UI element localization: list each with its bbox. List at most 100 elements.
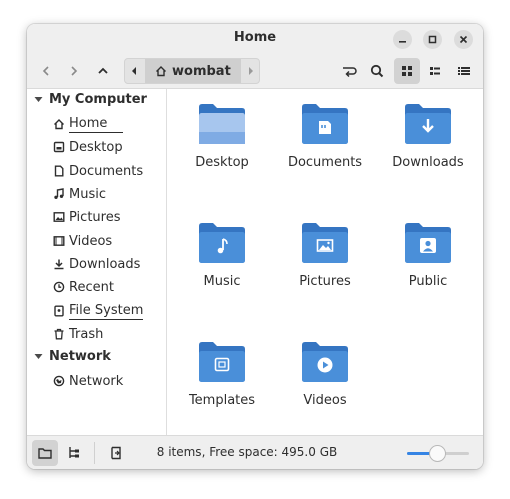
file-label: Documents <box>287 155 363 170</box>
maximize-icon <box>428 35 437 44</box>
sidebar-item-label: File System <box>69 302 144 320</box>
sidebar-item-home[interactable]: Home <box>53 114 124 134</box>
sidebar-item-recent[interactable]: Recent <box>53 277 114 297</box>
separator <box>94 442 95 464</box>
file-item-desktop[interactable]: Desktop <box>174 101 270 170</box>
expander-down-icon <box>34 354 43 359</box>
maximize-button[interactable] <box>423 30 442 49</box>
back-button[interactable] <box>33 58 59 84</box>
file-item-documents[interactable]: Documents <box>277 101 373 170</box>
expander-down-icon <box>34 97 43 102</box>
section-label: My Computer <box>49 92 147 107</box>
list-view-button[interactable] <box>422 58 448 84</box>
chevron-left-icon <box>42 66 49 76</box>
file-label: Pictures <box>299 274 351 289</box>
file-manager-window: Home wombat My Computer Home Desktop Doc… <box>27 24 483 469</box>
drive-icon <box>54 305 64 317</box>
toolbar: wombat <box>27 55 483 89</box>
video-icon <box>53 236 65 246</box>
titlebar: Home <box>27 24 483 55</box>
music-icon <box>54 188 64 199</box>
file-label: Downloads <box>392 155 464 170</box>
forward-button[interactable] <box>61 58 87 84</box>
sidebar-item-label: Network <box>69 373 124 389</box>
sidebar-item-label: Videos <box>69 233 113 249</box>
file-item-music[interactable]: Music <box>174 220 270 289</box>
icon-view-button[interactable] <box>394 58 420 84</box>
tree-view-icon <box>69 447 79 458</box>
file-item-videos[interactable]: Videos <box>277 339 373 408</box>
sidebar-item-videos[interactable]: Videos <box>53 231 112 251</box>
sidebar-item-label: Trash <box>69 326 104 342</box>
network-icon <box>53 375 65 387</box>
desktop-folder-icon <box>199 104 245 144</box>
file-label: Desktop <box>195 155 249 170</box>
grid-view-icon <box>402 66 412 76</box>
sidebar-toggle-icon <box>111 446 121 460</box>
sidebar-item-documents[interactable]: Documents <box>53 161 143 181</box>
templates-folder-icon <box>199 342 245 382</box>
pictures-folder-icon <box>302 223 348 263</box>
toggle-location-button[interactable] <box>336 58 362 84</box>
sidebar-item-label: Home <box>69 116 124 133</box>
sidebar-item-music[interactable]: Music <box>53 184 106 204</box>
compact-view-icon <box>458 67 470 75</box>
videos-folder-icon <box>302 342 348 382</box>
compact-view-button[interactable] <box>451 58 477 84</box>
pathbar-right-arrow-icon[interactable] <box>242 59 260 83</box>
file-item-public[interactable]: Public <box>380 220 476 289</box>
file-label: Public <box>408 274 448 289</box>
show-places-button[interactable] <box>32 440 58 466</box>
music-folder-icon <box>199 223 245 263</box>
show-tree-button[interactable] <box>61 440 87 466</box>
breadcrumb-wombat[interactable]: wombat <box>145 59 241 83</box>
window-title: Home <box>233 30 277 45</box>
close-button[interactable] <box>454 30 473 49</box>
zoom-slider-knob[interactable] <box>429 445 446 462</box>
sidebar-item-label: Downloads <box>69 256 141 272</box>
sidebar-section-my-computer[interactable]: My Computer <box>34 92 147 107</box>
toggle-sidebar-button[interactable] <box>103 440 129 466</box>
sidebar-item-file-system[interactable]: File System <box>53 301 144 321</box>
sidebar-item-downloads[interactable]: Downloads <box>53 254 140 274</box>
recent-icon <box>53 281 65 293</box>
sidebar-item-desktop[interactable]: Desktop <box>53 137 123 157</box>
location-toggle-icon <box>343 67 357 78</box>
minimize-button[interactable] <box>393 30 412 49</box>
sidebar-item-label: Music <box>69 186 106 202</box>
search-button[interactable] <box>364 58 390 84</box>
home-icon <box>156 66 166 77</box>
zoom-slider[interactable] <box>407 445 469 462</box>
list-view-icon <box>430 67 440 75</box>
search-icon <box>370 64 384 78</box>
sidebar-section-network[interactable]: Network <box>34 349 111 364</box>
documents-folder-icon <box>302 104 348 144</box>
document-icon <box>54 165 64 177</box>
file-item-pictures[interactable]: Pictures <box>277 220 373 289</box>
status-text: 8 items, Free space: 495.0 GB <box>156 445 338 459</box>
sidebar-item-label: Desktop <box>69 139 123 155</box>
file-label: Videos <box>303 393 347 408</box>
pathbar-left-arrow-icon[interactable] <box>125 59 145 83</box>
breadcrumb-label: wombat <box>172 63 231 79</box>
close-icon <box>459 35 468 44</box>
sidebar-item-pictures[interactable]: Pictures <box>53 207 120 227</box>
downloads-folder-icon <box>405 104 451 144</box>
minimize-icon <box>399 41 406 43</box>
file-view: Desktop Documents Downloads Music Pictur… <box>168 89 483 435</box>
chevron-up-icon <box>98 67 108 74</box>
file-label: Music <box>203 274 241 289</box>
sidebar-item-network[interactable]: Network <box>53 371 123 391</box>
file-item-templates[interactable]: Templates <box>174 339 270 408</box>
desktop-icon <box>53 141 65 153</box>
sidebar-item-trash[interactable]: Trash <box>53 324 103 344</box>
public-folder-icon <box>405 223 451 263</box>
file-item-downloads[interactable]: Downloads <box>380 101 476 170</box>
sidebar-item-label: Pictures <box>69 209 121 225</box>
up-button[interactable] <box>90 58 116 84</box>
download-icon <box>54 259 64 270</box>
trash-icon <box>54 328 64 340</box>
sidebar-item-label: Documents <box>69 163 144 179</box>
section-label: Network <box>49 349 111 364</box>
picture-icon <box>53 212 65 222</box>
